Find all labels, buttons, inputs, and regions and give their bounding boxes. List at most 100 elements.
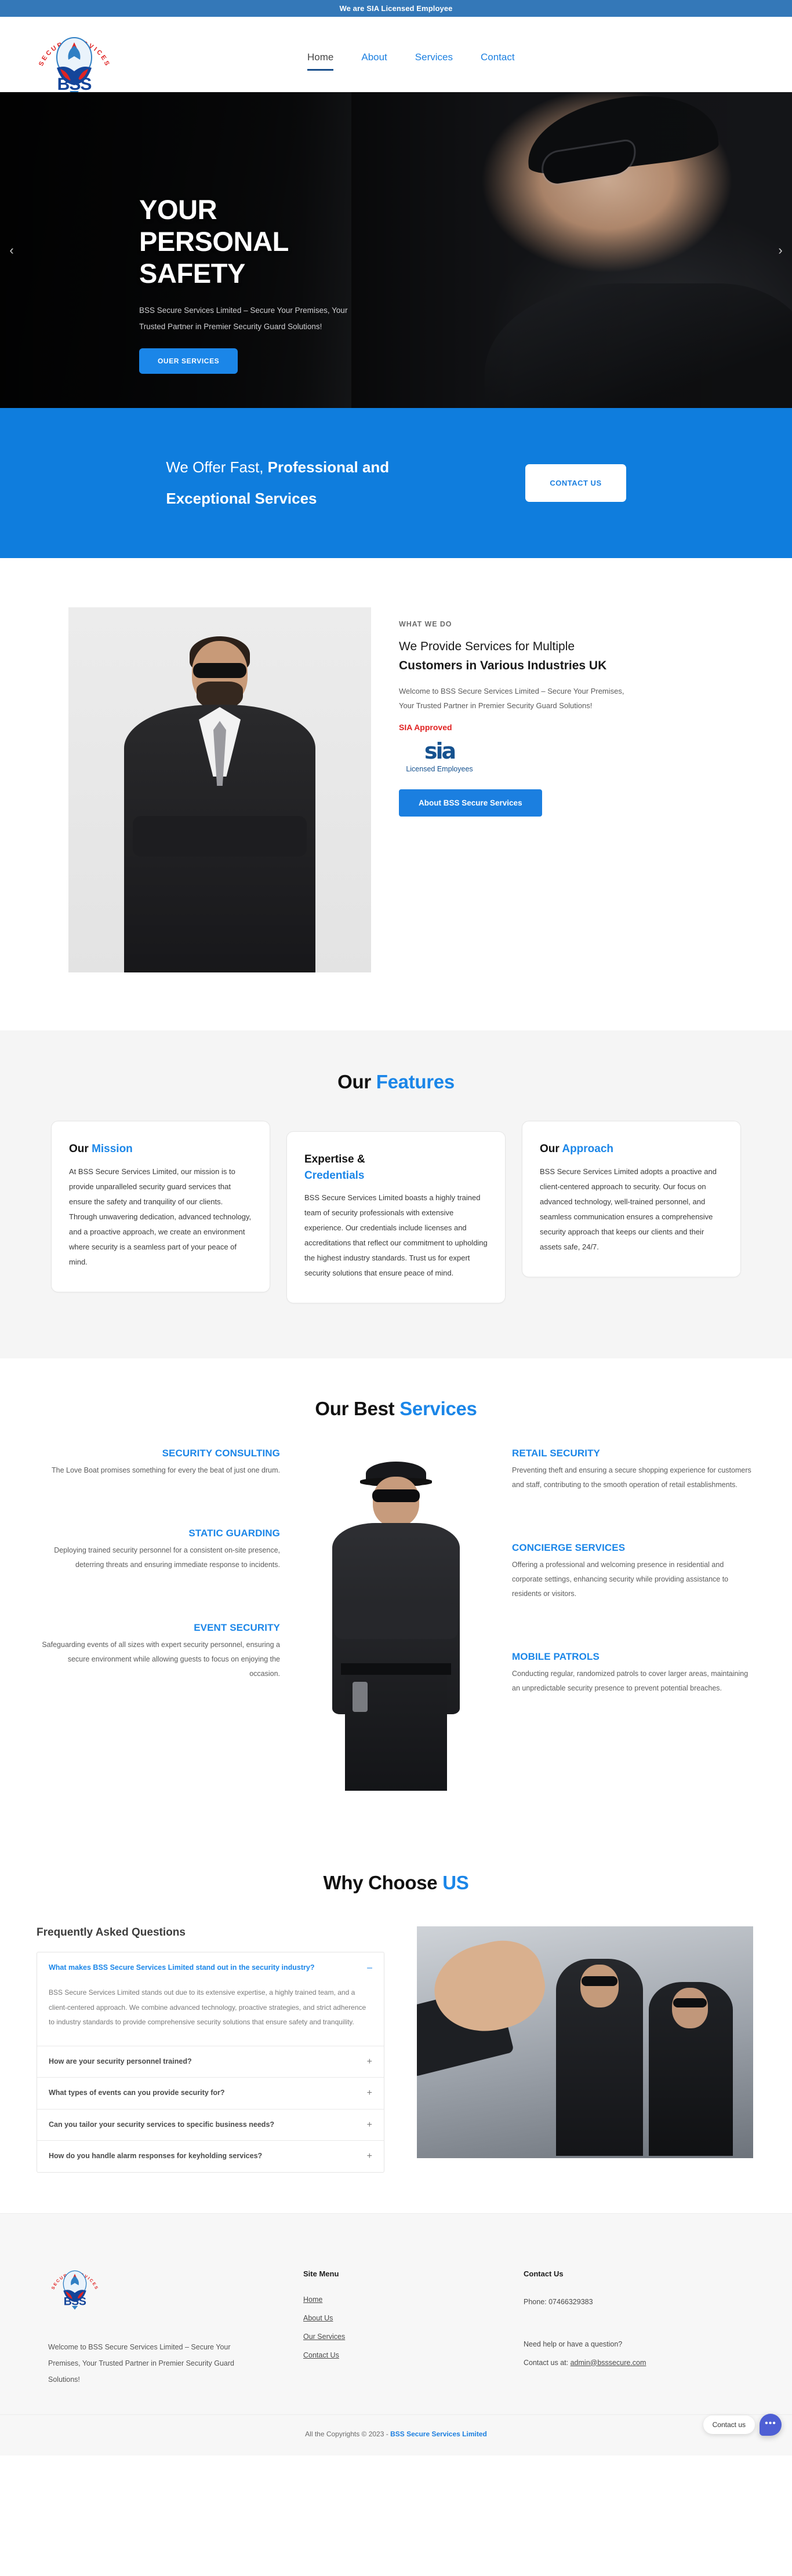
faq-item[interactable]: How do you handle alarm responses for ke…: [37, 2141, 384, 2171]
footer-brand-column: S E C U R E S E R V I C E S L I M I T E …: [46, 2259, 303, 2388]
best-services-title-dark: Our Best: [315, 1398, 400, 1420]
footer-sitemenu-list: Home About Us Our Services Contact Us: [303, 2294, 524, 2360]
faq-section: Frequently Asked Questions What makes BS…: [0, 1914, 792, 2213]
faq-question: How do you handle alarm responses for ke…: [49, 2152, 263, 2160]
footer-link-contact[interactable]: Contact Us: [303, 2351, 339, 2359]
offer-headline-normal: We Offer Fast,: [166, 458, 268, 476]
features-title-accent: Features: [376, 1071, 455, 1092]
service-item-body: Offering a professional and welcoming pr…: [512, 1561, 729, 1598]
faq-answer: BSS Secure Services Limited stands out d…: [49, 1988, 366, 2026]
faq-item[interactable]: What types of events can you provide sec…: [37, 2078, 384, 2109]
nav-item-home[interactable]: Home: [307, 52, 334, 71]
faq-question-row[interactable]: How are your security personnel trained?…: [37, 2046, 384, 2077]
feature-card-title-accent: Credentials: [304, 1169, 365, 1182]
list-item: Our Services: [303, 2331, 524, 2342]
best-services-title: Our Best Services: [0, 1398, 792, 1420]
main-navigation[interactable]: Home About Services Contact: [307, 52, 515, 71]
why-choose-title-accent: US: [442, 1872, 469, 1894]
footer-email-link[interactable]: admin@bsssecure.com: [571, 2359, 646, 2367]
faq-item[interactable]: What makes BSS Secure Services Limited s…: [37, 1952, 384, 2047]
footer-link-about[interactable]: About Us: [303, 2314, 333, 2322]
plus-icon[interactable]: +: [367, 2119, 372, 2130]
feature-card-body: BSS Secure Services Limited adopts a pro…: [540, 1167, 717, 1251]
why-choose-section: Why Choose US: [0, 1830, 792, 1914]
service-item: SECURITY CONSULTING The Love Boat promis…: [37, 1448, 280, 1478]
guard-keys-icon: [353, 1682, 368, 1713]
nav-item-about[interactable]: About: [361, 52, 387, 69]
copyright-brand: BSS Secure Services Limited: [390, 2429, 487, 2438]
faq-question-row[interactable]: What makes BSS Secure Services Limited s…: [37, 1952, 384, 1983]
service-item-title: MOBILE PATROLS: [512, 1651, 600, 1663]
footer-link-home[interactable]: Home: [303, 2296, 322, 2304]
sia-approved-label: SIA Approved: [399, 722, 452, 732]
faq-question-row[interactable]: How do you handle alarm responses for ke…: [37, 2141, 384, 2171]
feature-card-body: At BSS Secure Services Limited, our miss…: [69, 1167, 252, 1266]
minus-icon[interactable]: –: [367, 1962, 372, 1973]
plus-icon[interactable]: +: [367, 2056, 372, 2067]
hero-prev-arrow[interactable]: ‹: [2, 243, 21, 258]
footer-email-prefix: Contact us at:: [524, 2358, 571, 2367]
hero-title-line-1: YOUR: [139, 194, 217, 225]
chat-label[interactable]: Contact us: [703, 2415, 755, 2434]
security-guard-photo: [318, 1448, 474, 1796]
service-item: CONCIERGE SERVICES Offering a profession…: [512, 1542, 755, 1601]
hero-title: YOUR PERSONAL SAFETY: [139, 194, 441, 290]
chat-dots-icon: •••: [765, 2418, 776, 2428]
footer-link-services[interactable]: Our Services: [303, 2333, 345, 2341]
sia-badge-caption: Licensed Employees: [406, 764, 473, 773]
what-we-do-heading: We Provide Services for Multiple Custome…: [399, 637, 631, 675]
services-left-column: SECURITY CONSULTING The Love Boat promis…: [37, 1448, 280, 1681]
why-choose-title: Why Choose US: [0, 1872, 792, 1894]
guard-sunglasses-icon: [372, 1489, 420, 1503]
service-item: EVENT SECURITY Safeguarding events of al…: [37, 1622, 280, 1681]
plus-icon[interactable]: +: [367, 2151, 372, 2161]
faq-item[interactable]: Can you tailor your security services to…: [37, 2109, 384, 2141]
faq-photo-person-1-head: [580, 1965, 619, 2008]
chat-bubble-button[interactable]: •••: [760, 2413, 782, 2436]
footer-logo[interactable]: S E C U R E S E R V I C E S L I M I T E …: [46, 2259, 101, 2315]
faq-photo: [417, 1926, 753, 2159]
feature-card: Expertise & Credentials BSS Secure Servi…: [286, 1131, 506, 1304]
feature-card-title-accent: Approach: [562, 1143, 614, 1155]
what-we-do-photo: [68, 607, 371, 972]
announcement-text: We are SIA Licensed Employee: [339, 4, 453, 13]
best-services-title-accent: Services: [399, 1398, 477, 1420]
feature-card-title-dark: Our: [69, 1143, 92, 1155]
what-we-do-heading-bold: Customers in Various Industries UK: [399, 658, 607, 672]
service-item-body: Conducting regular, randomized patrols t…: [512, 1670, 749, 1693]
offer-headline: We Offer Fast, Professional and Exceptio…: [166, 452, 424, 514]
faq-question: Can you tailor your security services to…: [49, 2120, 275, 2129]
hero-subtitle: BSS Secure Services Limited – Secure You…: [139, 305, 348, 331]
faq-item[interactable]: How are your security personnel trained?…: [37, 2046, 384, 2078]
photo-sunglasses-icon: [193, 663, 246, 678]
best-services-section: Our Best Services SECURITY CONSULTING Th…: [0, 1358, 792, 1831]
site-footer: S E C U R E S E R V I C E S L I M I T E …: [0, 2213, 792, 2414]
faq-question-row[interactable]: Can you tailor your security services to…: [37, 2109, 384, 2140]
about-bss-button[interactable]: About BSS Secure Services: [399, 789, 542, 817]
site-logo[interactable]: S E C U R E S E R V I C E S L I M I T E …: [31, 22, 115, 97]
service-item-title: EVENT SECURITY: [194, 1622, 280, 1634]
hero-title-line-2: PERSONAL: [139, 225, 289, 257]
faq-photo-person-2-head: [672, 1988, 708, 2029]
faq-question-row[interactable]: What types of events can you provide sec…: [37, 2078, 384, 2108]
service-item-title: SECURITY CONSULTING: [162, 1448, 280, 1459]
site-header: S E C U R E S E R V I C E S L I M I T E …: [0, 17, 792, 97]
list-item: Home: [303, 2294, 524, 2305]
nav-item-services[interactable]: Services: [415, 52, 453, 69]
bss-logo-icon: S E C U R E S E R V I C E S L I M I T E …: [31, 22, 111, 97]
feature-card-title: Our Approach: [540, 1141, 723, 1157]
hero-next-arrow[interactable]: ›: [771, 243, 790, 258]
copyright-text: All the Copyrights © 2023 -: [305, 2429, 391, 2438]
why-choose-title-dark: Why Choose: [323, 1872, 443, 1894]
nav-item-contact[interactable]: Contact: [481, 52, 515, 69]
bss-logo-icon: S E C U R E S E R V I C E S L I M I T E …: [46, 2260, 100, 2309]
sia-badge: sia Licensed Employees: [399, 740, 480, 774]
offer-contact-button[interactable]: CONTACT US: [525, 464, 626, 502]
guard-arms: [335, 1603, 457, 1639]
hero-cta-button[interactable]: OUER SERVICES: [139, 348, 238, 374]
faq-heading: Frequently Asked Questions: [37, 1926, 186, 1939]
list-item: About Us: [303, 2313, 524, 2323]
chat-widget[interactable]: Contact us •••: [703, 2413, 782, 2436]
plus-icon[interactable]: +: [367, 2087, 372, 2098]
feature-card: Our Mission At BSS Secure Services Limit…: [51, 1121, 270, 1292]
